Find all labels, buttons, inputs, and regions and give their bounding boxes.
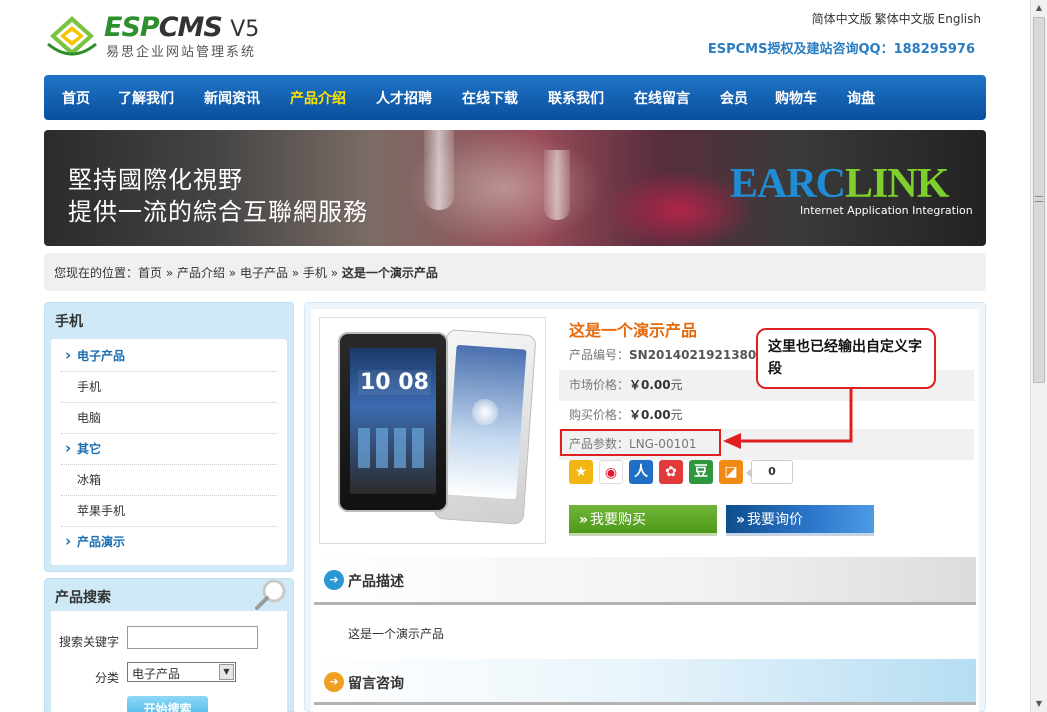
market-price-unit: 元 bbox=[670, 378, 683, 392]
category-list: 电子产品 手机 电脑 其它 冰箱 苹果手机 产品演示 bbox=[51, 339, 287, 565]
banner-line-1: 堅持國際化視野 bbox=[68, 166, 243, 194]
nav-jobs[interactable]: 人才招聘 bbox=[376, 88, 432, 108]
scroll-down-icon[interactable]: ▼ bbox=[1031, 696, 1047, 712]
breadcrumb-current: 这是一个演示产品 bbox=[341, 266, 438, 280]
arrow-right-icon: ➔ bbox=[324, 570, 344, 590]
hotline-text: ESPCMS授权及建站咨询QQ：188295976 bbox=[707, 42, 975, 57]
product-image[interactable]: 10 08 bbox=[319, 317, 546, 544]
keyword-input[interactable] bbox=[127, 626, 258, 649]
nav-contact[interactable]: 联系我们 bbox=[548, 88, 604, 108]
description-text: 这是一个演示产品 bbox=[348, 627, 445, 641]
kaixin-icon[interactable]: ✿ bbox=[659, 460, 683, 484]
breadcrumb-prefix: 您现在的位置： bbox=[54, 266, 139, 280]
search-submit-button[interactable]: 开始搜索 bbox=[127, 696, 208, 712]
champagne-glass-icon bbox=[424, 130, 454, 210]
champagne-glass-icon bbox=[544, 150, 570, 220]
buy-price-value: ￥0.00 bbox=[629, 408, 671, 422]
product-title: 这是一个演示产品 bbox=[569, 321, 698, 340]
nav-cart[interactable]: 购物车 bbox=[775, 88, 817, 108]
nav-download[interactable]: 在线下载 bbox=[462, 88, 518, 108]
message-title: 留言咨询 bbox=[348, 676, 404, 692]
renren-icon[interactable]: 人 bbox=[629, 460, 653, 484]
category-item[interactable]: 手机 bbox=[61, 372, 277, 403]
nav-member[interactable]: 会员 bbox=[720, 88, 748, 108]
tablet-back-image bbox=[433, 329, 537, 525]
category-item[interactable]: 电脑 bbox=[61, 403, 277, 434]
brand-name: ESPCMS V5 bbox=[104, 12, 260, 43]
market-price-label: 市场价格： bbox=[569, 378, 630, 392]
message-section-header: ➔ 留言咨询 bbox=[314, 659, 976, 705]
category-item[interactable]: 电子产品 bbox=[61, 340, 277, 372]
description-section-header: ➔ 产品描述 bbox=[314, 557, 976, 605]
category-item[interactable]: 冰箱 bbox=[61, 465, 277, 496]
category-item[interactable]: 苹果手机 bbox=[61, 496, 277, 527]
description-title: 产品描述 bbox=[348, 574, 404, 590]
scroll-up-icon[interactable]: ▲ bbox=[1031, 0, 1047, 16]
tablet-clock: 10 08 bbox=[358, 370, 431, 395]
chevron-down-icon[interactable]: ▼ bbox=[219, 664, 234, 680]
market-price-value: ￥0.00 bbox=[629, 378, 671, 392]
search-form: 搜索关键字 分类 电子产品 ▼ 开始搜索 bbox=[51, 611, 287, 712]
keyword-label: 搜索关键字 bbox=[59, 635, 120, 649]
category-panel-title: 手机 bbox=[55, 314, 83, 330]
qqweibo-icon[interactable]: ◪ bbox=[719, 460, 743, 484]
breadcrumb-path[interactable]: 首页 » 产品介绍 » 电子产品 » 手机 » bbox=[138, 266, 342, 280]
qzone-icon[interactable]: ★ bbox=[569, 460, 593, 484]
category-select-value: 电子产品 bbox=[132, 667, 181, 681]
category-panel: 手机 电子产品 手机 电脑 其它 冰箱 苹果手机 产品演示 bbox=[44, 302, 294, 572]
buy-price-label: 购买价格： bbox=[569, 408, 630, 422]
arrow-right-icon: ➔ bbox=[324, 672, 344, 692]
douban-icon[interactable]: 豆 bbox=[689, 460, 713, 484]
category-item[interactable]: 产品演示 bbox=[61, 526, 277, 558]
main-nav: 首页 了解我们 新闻资讯 产品介绍 人才招聘 在线下载 联系我们 在线留言 会员… bbox=[44, 75, 986, 120]
product-search-panel: 产品搜索 搜索关键字 分类 电子产品 ▼ 开始搜索 bbox=[44, 578, 294, 712]
scrollbar-grip bbox=[1035, 196, 1043, 202]
annotation-callout: 这里也已经输出自定义字段 bbox=[756, 328, 936, 389]
brand-subtitle: 易思企业网站管理系统 bbox=[106, 45, 257, 60]
category-item[interactable]: 其它 bbox=[61, 433, 277, 465]
double-chevron-icon: » bbox=[736, 512, 746, 528]
inquiry-button[interactable]: » 我要询价 bbox=[726, 505, 874, 536]
weibo-icon[interactable]: ◉ bbox=[599, 460, 623, 484]
banner-line-2: 提供一流的綜合互聯網服務 bbox=[68, 198, 368, 226]
magnifier-icon bbox=[255, 579, 286, 610]
search-panel-title: 产品搜索 bbox=[55, 590, 111, 606]
annotation-highlight-box bbox=[560, 429, 721, 456]
tablet-front-image: 10 08 bbox=[338, 332, 448, 512]
logo-mark-icon bbox=[47, 16, 97, 56]
buy-price-unit: 元 bbox=[670, 408, 683, 422]
buy-button[interactable]: » 我要购买 bbox=[569, 505, 717, 536]
nav-inquiry[interactable]: 询盘 bbox=[847, 88, 875, 108]
lang-simplified[interactable]: 简体中文版 bbox=[812, 12, 872, 26]
lang-traditional[interactable]: 繁体中文版 bbox=[875, 12, 935, 26]
category-label: 分类 bbox=[95, 671, 120, 685]
share-count: 0 bbox=[746, 460, 793, 484]
breadcrumb: 您现在的位置：首页 » 产品介绍 » 电子产品 » 手机 » 这是一个演示产品 bbox=[44, 253, 986, 291]
nav-message[interactable]: 在线留言 bbox=[634, 88, 690, 108]
nav-about[interactable]: 了解我们 bbox=[118, 88, 174, 108]
double-chevron-icon: » bbox=[579, 512, 589, 528]
language-switcher: 简体中文版 繁体中文版 English bbox=[809, 10, 981, 27]
banner-brand: EARCLINK bbox=[730, 161, 949, 207]
nav-home[interactable]: 首页 bbox=[62, 88, 90, 108]
lang-english[interactable]: English bbox=[938, 12, 981, 26]
nav-products[interactable]: 产品介绍 bbox=[290, 88, 346, 108]
nav-news[interactable]: 新闻资讯 bbox=[204, 88, 260, 108]
hero-banner[interactable]: 堅持國際化視野 提供一流的綜合互聯網服務 EARCLINK Internet A… bbox=[44, 130, 986, 246]
category-select[interactable]: 电子产品 ▼ bbox=[127, 662, 236, 682]
annotation-arrow-icon bbox=[723, 387, 853, 449]
banner-tagline: Internet Application Integration bbox=[800, 204, 973, 217]
site-logo[interactable]: ESPCMS V5 易思企业网站管理系统 bbox=[46, 12, 286, 62]
vertical-scrollbar[interactable]: ▲ ▼ bbox=[1030, 0, 1047, 712]
product-sn-label: 产品编号： bbox=[569, 348, 630, 362]
